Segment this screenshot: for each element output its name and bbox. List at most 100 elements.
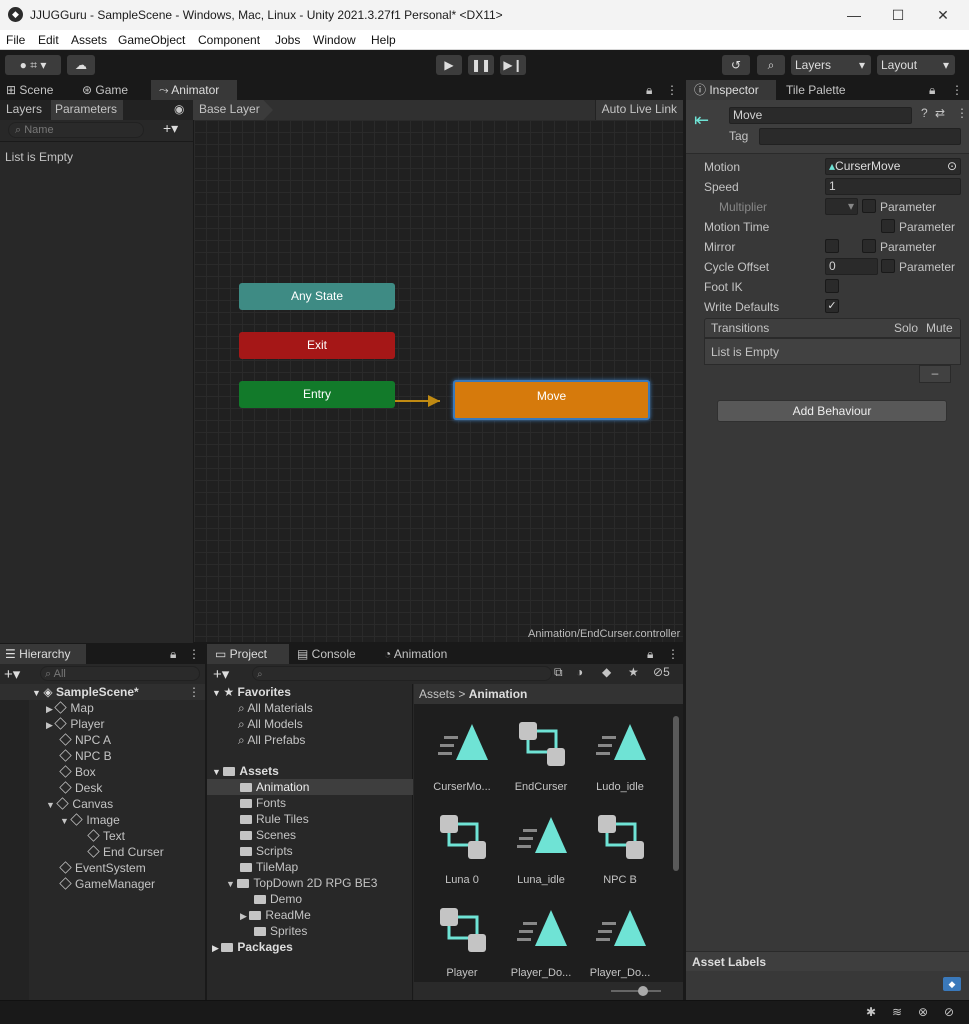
folder-fonts[interactable]: Fonts <box>240 796 286 810</box>
hierarchy-item-image[interactable]: ▼ Image <box>60 813 120 827</box>
tab-animation[interactable]: ◔ Animation <box>384 644 474 664</box>
menu-gameobject[interactable]: GameObject <box>118 33 185 47</box>
tab-animator[interactable]: ⤳ Animator <box>151 80 237 100</box>
hierarchy-item-text[interactable]: Text <box>87 829 125 843</box>
target-icon[interactable]: ⊙ <box>947 159 957 174</box>
eye-icon[interactable]: ◉ <box>174 102 184 116</box>
menu-window[interactable]: Window <box>313 33 356 47</box>
asset-item[interactable]: Ludo_idle <box>580 720 660 798</box>
more-icon[interactable]: ⋮ <box>956 106 968 120</box>
check-circle-icon[interactable]: ⊘ <box>944 1005 954 1019</box>
tab-console[interactable]: ▤ Console <box>297 644 377 664</box>
scene-item[interactable]: ▼ ◈ SampleScene* <box>32 685 139 699</box>
more-icon[interactable]: ⋮ <box>667 644 679 664</box>
any-state-node[interactable]: Any State <box>239 283 395 310</box>
folder-readme[interactable]: ▶ ReadMe <box>240 908 311 922</box>
help-icon[interactable]: ? <box>921 106 928 120</box>
filter-label-icon[interactable]: ◆ <box>602 665 611 679</box>
layout-dropdown[interactable]: Layout ▾ <box>877 55 955 75</box>
zoom-slider-handle[interactable] <box>638 986 648 996</box>
minimize-button[interactable]: — <box>831 0 877 30</box>
create-asset-button[interactable]: +▾ <box>213 665 229 683</box>
tag-field[interactable] <box>759 128 961 145</box>
mirror-checkbox[interactable] <box>825 239 839 253</box>
close-button[interactable]: ✕ <box>920 0 966 30</box>
menu-jobs[interactable]: Jobs <box>275 33 300 47</box>
favorite-all-models[interactable]: ⌕ All Models <box>238 717 303 732</box>
network-icon[interactable]: ⊗ <box>918 1005 928 1019</box>
tab-hierarchy[interactable]: ☰ Hierarchy <box>0 644 86 664</box>
project-search-input[interactable]: ⌕ <box>252 666 552 681</box>
speed-field[interactable]: 1 <box>825 178 961 195</box>
folder-rule-tiles[interactable]: Rule Tiles <box>240 812 309 826</box>
hierarchy-item-canvas[interactable]: ▼ Canvas <box>46 797 113 811</box>
add-behaviour-button[interactable]: Add Behaviour <box>717 400 947 422</box>
tab-scene[interactable]: ⊞ Scene <box>0 80 72 100</box>
settings-icon[interactable]: ⇄ <box>935 106 945 120</box>
lock-icon[interactable]: 🔒︎ <box>647 644 661 664</box>
multiplier-parameter-checkbox[interactable] <box>862 199 876 213</box>
more-icon[interactable]: ⋮ <box>951 80 963 100</box>
tab-game[interactable]: ⊛ Game <box>76 80 144 100</box>
lock-icon[interactable]: 🔒︎ <box>646 80 660 100</box>
hidden-packages-icon[interactable]: ⊘5 <box>653 665 670 679</box>
tab-inspector[interactable]: ⓘ Inspector <box>686 80 776 100</box>
favorite-all-prefabs[interactable]: ⌕ All Prefabs <box>238 733 305 748</box>
tab-tile-palette[interactable]: Tile Palette <box>786 80 876 100</box>
layers-stack-icon[interactable]: ≋ <box>892 1005 902 1019</box>
breadcrumb-current[interactable]: Animation <box>469 687 528 701</box>
foot-ik-checkbox[interactable] <box>825 279 839 293</box>
search-icon[interactable]: ⌕ <box>757 55 785 75</box>
hierarchy-item-npc-b[interactable]: NPC B <box>59 749 112 763</box>
bug-icon[interactable]: ✱ <box>866 1005 876 1019</box>
favorites-folder[interactable]: ▼ ★ Favorites <box>212 685 291 699</box>
mirror-parameter-checkbox[interactable] <box>862 239 876 253</box>
search-scope-icon[interactable]: ⧉ <box>554 665 563 680</box>
lock-icon[interactable]: 🔒︎ <box>929 80 943 100</box>
scrollbar-thumb[interactable] <box>673 716 679 871</box>
motion-field[interactable]: ▴CurserMove ⊙ <box>825 158 961 175</box>
filter-type-icon[interactable]: ◑ <box>576 665 583 679</box>
step-button[interactable]: ▶❙ <box>500 55 526 75</box>
create-button[interactable]: +▾ <box>4 665 20 683</box>
auto-live-link-button[interactable]: Auto Live Link <box>594 100 683 120</box>
folder-tilemap[interactable]: TileMap <box>240 860 298 874</box>
asset-item[interactable]: NPC B <box>580 813 660 891</box>
hierarchy-item-gamemanager[interactable]: GameManager <box>59 877 155 891</box>
cycle-offset-parameter-checkbox[interactable] <box>881 259 895 273</box>
breadcrumb-base-layer[interactable]: Base Layer <box>193 100 273 120</box>
folder-sprites[interactable]: Sprites <box>254 924 307 938</box>
tab-parameters[interactable]: Parameters <box>51 100 123 120</box>
remove-transition-button[interactable]: – <box>919 365 951 383</box>
pause-button[interactable]: ❚❚ <box>468 55 494 75</box>
hierarchy-search-input[interactable]: ⌕ All <box>40 666 200 681</box>
more-icon[interactable]: ⋮ <box>188 685 200 699</box>
asset-item[interactable]: EndCurser <box>501 720 581 798</box>
parameter-search-input[interactable]: ⌕ Name <box>8 122 144 138</box>
play-button[interactable]: ▶ <box>436 55 462 75</box>
lock-icon[interactable]: 🔒︎ <box>170 644 184 664</box>
more-icon[interactable]: ⋮ <box>666 80 678 100</box>
maximize-button[interactable]: ☐ <box>875 0 921 30</box>
asset-item[interactable]: Luna_idle <box>501 813 581 891</box>
menu-edit[interactable]: Edit <box>38 33 59 47</box>
add-parameter-button[interactable]: +▾ <box>163 120 178 137</box>
layers-dropdown[interactable]: Layers ▾ <box>791 55 871 75</box>
menu-file[interactable]: File <box>6 33 25 47</box>
packages-folder[interactable]: ▶ Packages <box>212 940 293 954</box>
folder-scripts[interactable]: Scripts <box>240 844 293 858</box>
more-icon[interactable]: ⋮ <box>188 644 200 664</box>
folder-topdown[interactable]: ▼ TopDown 2D RPG BE3 <box>226 876 377 890</box>
folder-demo[interactable]: Demo <box>254 892 302 906</box>
entry-node[interactable]: Entry <box>239 381 395 408</box>
motion-time-parameter-checkbox[interactable] <box>881 219 895 233</box>
cloud-icon[interactable]: ☁ <box>67 55 95 75</box>
hierarchy-item-map[interactable]: ▶ Map <box>46 701 94 715</box>
breadcrumb-assets[interactable]: Assets <box>419 687 455 701</box>
hierarchy-item-desk[interactable]: Desk <box>59 781 102 795</box>
hierarchy-item-npc-a[interactable]: NPC A <box>59 733 111 747</box>
exit-node[interactable]: Exit <box>239 332 395 359</box>
move-state-node[interactable]: Move <box>453 380 650 420</box>
asset-item[interactable]: CurserMo... <box>422 720 502 798</box>
asset-item[interactable]: Luna 0 <box>422 813 502 891</box>
